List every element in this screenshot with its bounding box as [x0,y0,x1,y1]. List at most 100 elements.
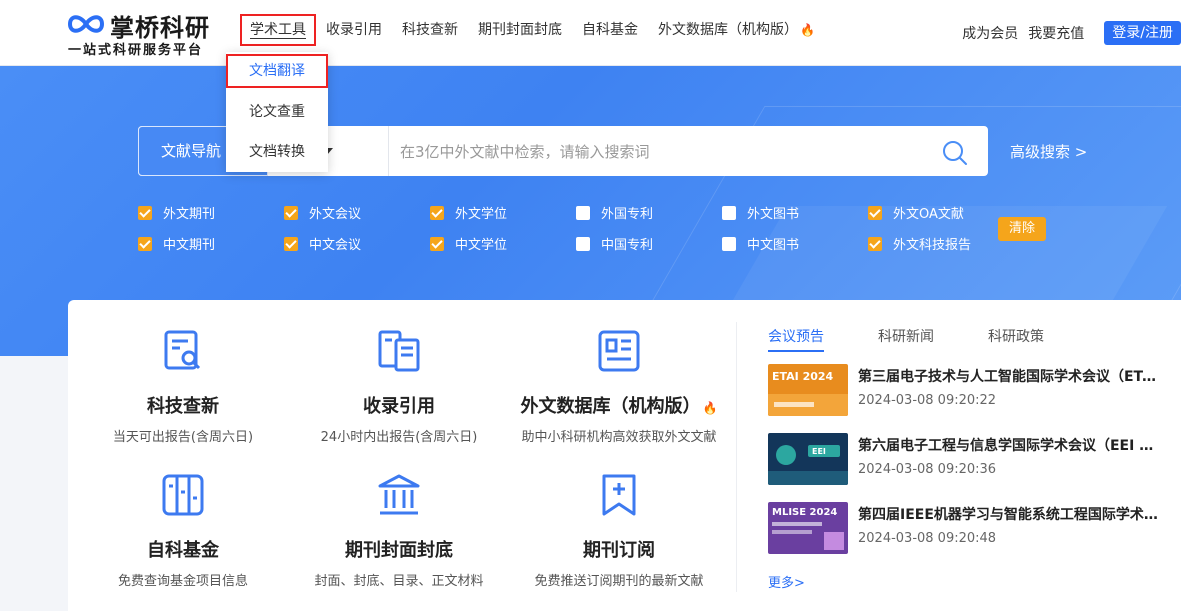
filter-chinese-patent[interactable]: 中国专利 [576,234,653,253]
nav-foreign-database[interactable]: 外文数据库（机构版） 🔥 [648,14,825,46]
news-title: 第四届IEEE机器学习与智能系统工程国际学术会议（MLISE 2024） [858,507,1158,523]
tool-nsf-fund[interactable]: 自科基金 免费查询基金项目信息 [68,472,298,589]
documents-icon [378,330,420,372]
news-title: 第六届电子工程与信息学国际学术会议（EEI 2024） [858,438,1158,454]
nav-nsf-fund[interactable]: 自科基金 [572,14,648,46]
checkbox[interactable] [722,205,736,220]
login-register-button[interactable]: 登录/注册 [1104,21,1181,45]
filter-label: 中文学位 [455,238,508,253]
conference-thumbnail: EEI [768,433,848,485]
recharge-link[interactable]: 我要充值 [1028,23,1084,43]
thumbnail-label: EEI [812,447,826,456]
logo-mark-icon [67,15,105,33]
filter-label: 外文学位 [455,207,508,222]
news-date: 2024-03-08 09:20:36 [858,462,997,477]
news-date: 2024-03-08 09:20:22 [858,393,997,408]
tool-title: 外文数据库（机构版） 🔥 [504,392,734,418]
divider [736,322,737,592]
fund-columns-icon [162,474,204,516]
filter-foreign-conference[interactable]: 外文会议 [284,203,361,222]
filter-foreign-degree[interactable]: 外文学位 [430,203,507,222]
checkbox[interactable] [284,205,298,220]
library-building-icon [378,474,420,515]
filter-label: 外文会议 [309,207,362,222]
news-item[interactable]: EEI 第六届电子工程与信息学国际学术会议（EEI 2024） 2024-03-… [768,433,1168,485]
tab-research-policy[interactable]: 科研政策 [988,326,1044,352]
checkbox[interactable] [868,205,882,220]
checkbox[interactable] [868,236,882,251]
filter-foreign-patent[interactable]: 外国专利 [576,203,653,222]
filter-tech-report[interactable]: 外文科技报告 [868,234,971,253]
filter-label: 中文图书 [747,238,800,253]
tool-desc: 封面、封底、目录、正文材料 [314,574,484,589]
news-title: 第三届电子技术与人工智能国际学术会议（ETAI 2024） [858,369,1158,385]
checkbox[interactable] [138,236,152,251]
checkbox[interactable] [138,205,152,220]
tool-title-text: 外文数据库（机构版） [520,396,701,417]
tool-journal-cover[interactable]: 期刊封面封底 封面、封底、目录、正文材料 [284,472,514,589]
checkbox[interactable] [284,236,298,251]
more-link[interactable]: 更多> [768,572,805,591]
conference-thumbnail: ETAI 2024 [768,364,848,416]
checkbox[interactable] [576,205,590,220]
tool-title: 收录引用 [363,396,435,417]
filter-label: 外国专利 [601,207,654,222]
tab-research-news[interactable]: 科研新闻 [878,326,934,352]
filter-foreign-journal[interactable]: 外文期刊 [138,203,215,222]
site-logo[interactable]: 掌桥科研 一站式科研服务平台 [66,8,226,60]
search-input[interactable] [400,136,920,168]
nav-academic-tools[interactable]: 学术工具 [240,14,316,46]
fire-icon: 🔥 [800,23,815,37]
bookmark-plus-icon [602,474,636,516]
tool-title: 自科基金 [147,540,219,561]
tool-title: 期刊封面封底 [345,540,453,561]
logo-slogan: 一站式科研服务平台 [68,43,204,58]
filter-chinese-book[interactable]: 中文图书 [722,234,799,253]
become-member-link[interactable]: 成为会员 [962,23,1018,43]
news-tabs: 会议预告 科研新闻 科研政策 [768,326,1098,352]
logo-name: 掌桥科研 [110,14,210,42]
search-icon[interactable] [942,140,968,166]
checkbox[interactable] [722,236,736,251]
tool-desc: 助中小科研机构高效获取外文文献 [521,430,717,445]
filter-chinese-conference[interactable]: 中文会议 [284,234,361,253]
filter-row: 中文期刊 中文会议 中文学位 中国专利 中文图书 外文科技报告 [138,234,1038,256]
divider [388,126,389,176]
menu-item-doc-convert[interactable]: 文档转换 [226,135,328,169]
clear-filters-button[interactable]: 清除 [998,217,1046,241]
checkbox[interactable] [576,236,590,251]
filter-label: 中国专利 [601,238,654,253]
nav-novelty-search[interactable]: 科技查新 [392,14,468,46]
checkbox[interactable] [430,236,444,251]
top-header: 掌桥科研 一站式科研服务平台 学术工具 收录引用 科技查新 期刊封面封底 自科基… [0,0,1181,66]
filter-foreign-book[interactable]: 外文图书 [722,203,799,222]
news-item[interactable]: MLISE 2024 第四届IEEE机器学习与智能系统工程国际学术会议（MLIS… [768,502,1168,554]
filter-label: 外文图书 [747,207,800,222]
database-card-icon [598,330,640,372]
tool-novelty-search[interactable]: 科技查新 当天可出报告(含周六日) [68,328,298,445]
thumbnail-label: MLISE 2024 [772,507,837,518]
checkbox[interactable] [430,205,444,220]
news-item[interactable]: ETAI 2024 第三届电子技术与人工智能国际学术会议（ETAI 2024） … [768,364,1168,416]
filter-chinese-journal[interactable]: 中文期刊 [138,234,215,253]
nav-citation[interactable]: 收录引用 [316,14,392,46]
tool-desc: 当天可出报告(含周六日) [112,430,254,445]
filter-label: 中文会议 [309,238,362,253]
tool-title: 期刊订阅 [583,540,655,561]
tab-conference-preview[interactable]: 会议预告 [768,326,824,352]
filter-row: 外文期刊 外文会议 外文学位 外国专利 外文图书 外文OA文献 [138,203,1038,225]
fire-icon: 🔥 [702,401,718,415]
nav-journal-cover[interactable]: 期刊封面封底 [468,14,572,46]
thumbnail-label: ETAI 2024 [772,370,834,383]
filter-foreign-oa[interactable]: 外文OA文献 [868,203,964,222]
tool-desc: 24小时内出报告(含周六日) [320,430,478,445]
tool-foreign-database[interactable]: 外文数据库（机构版） 🔥 助中小科研机构高效获取外文文献 [504,328,734,445]
tool-journal-subscribe[interactable]: 期刊订阅 免费推送订阅期刊的最新文献 [504,472,734,589]
menu-item-plagiarism-check[interactable]: 论文查重 [226,95,328,129]
tool-title: 科技查新 [147,396,219,417]
tool-citation[interactable]: 收录引用 24小时内出报告(含周六日) [284,328,514,445]
filter-label: 外文科技报告 [893,238,972,253]
menu-item-doc-translate[interactable]: 文档翻译 [226,54,328,88]
filter-chinese-degree[interactable]: 中文学位 [430,234,507,253]
advanced-search-link[interactable]: 高级搜索 > [1010,141,1087,162]
